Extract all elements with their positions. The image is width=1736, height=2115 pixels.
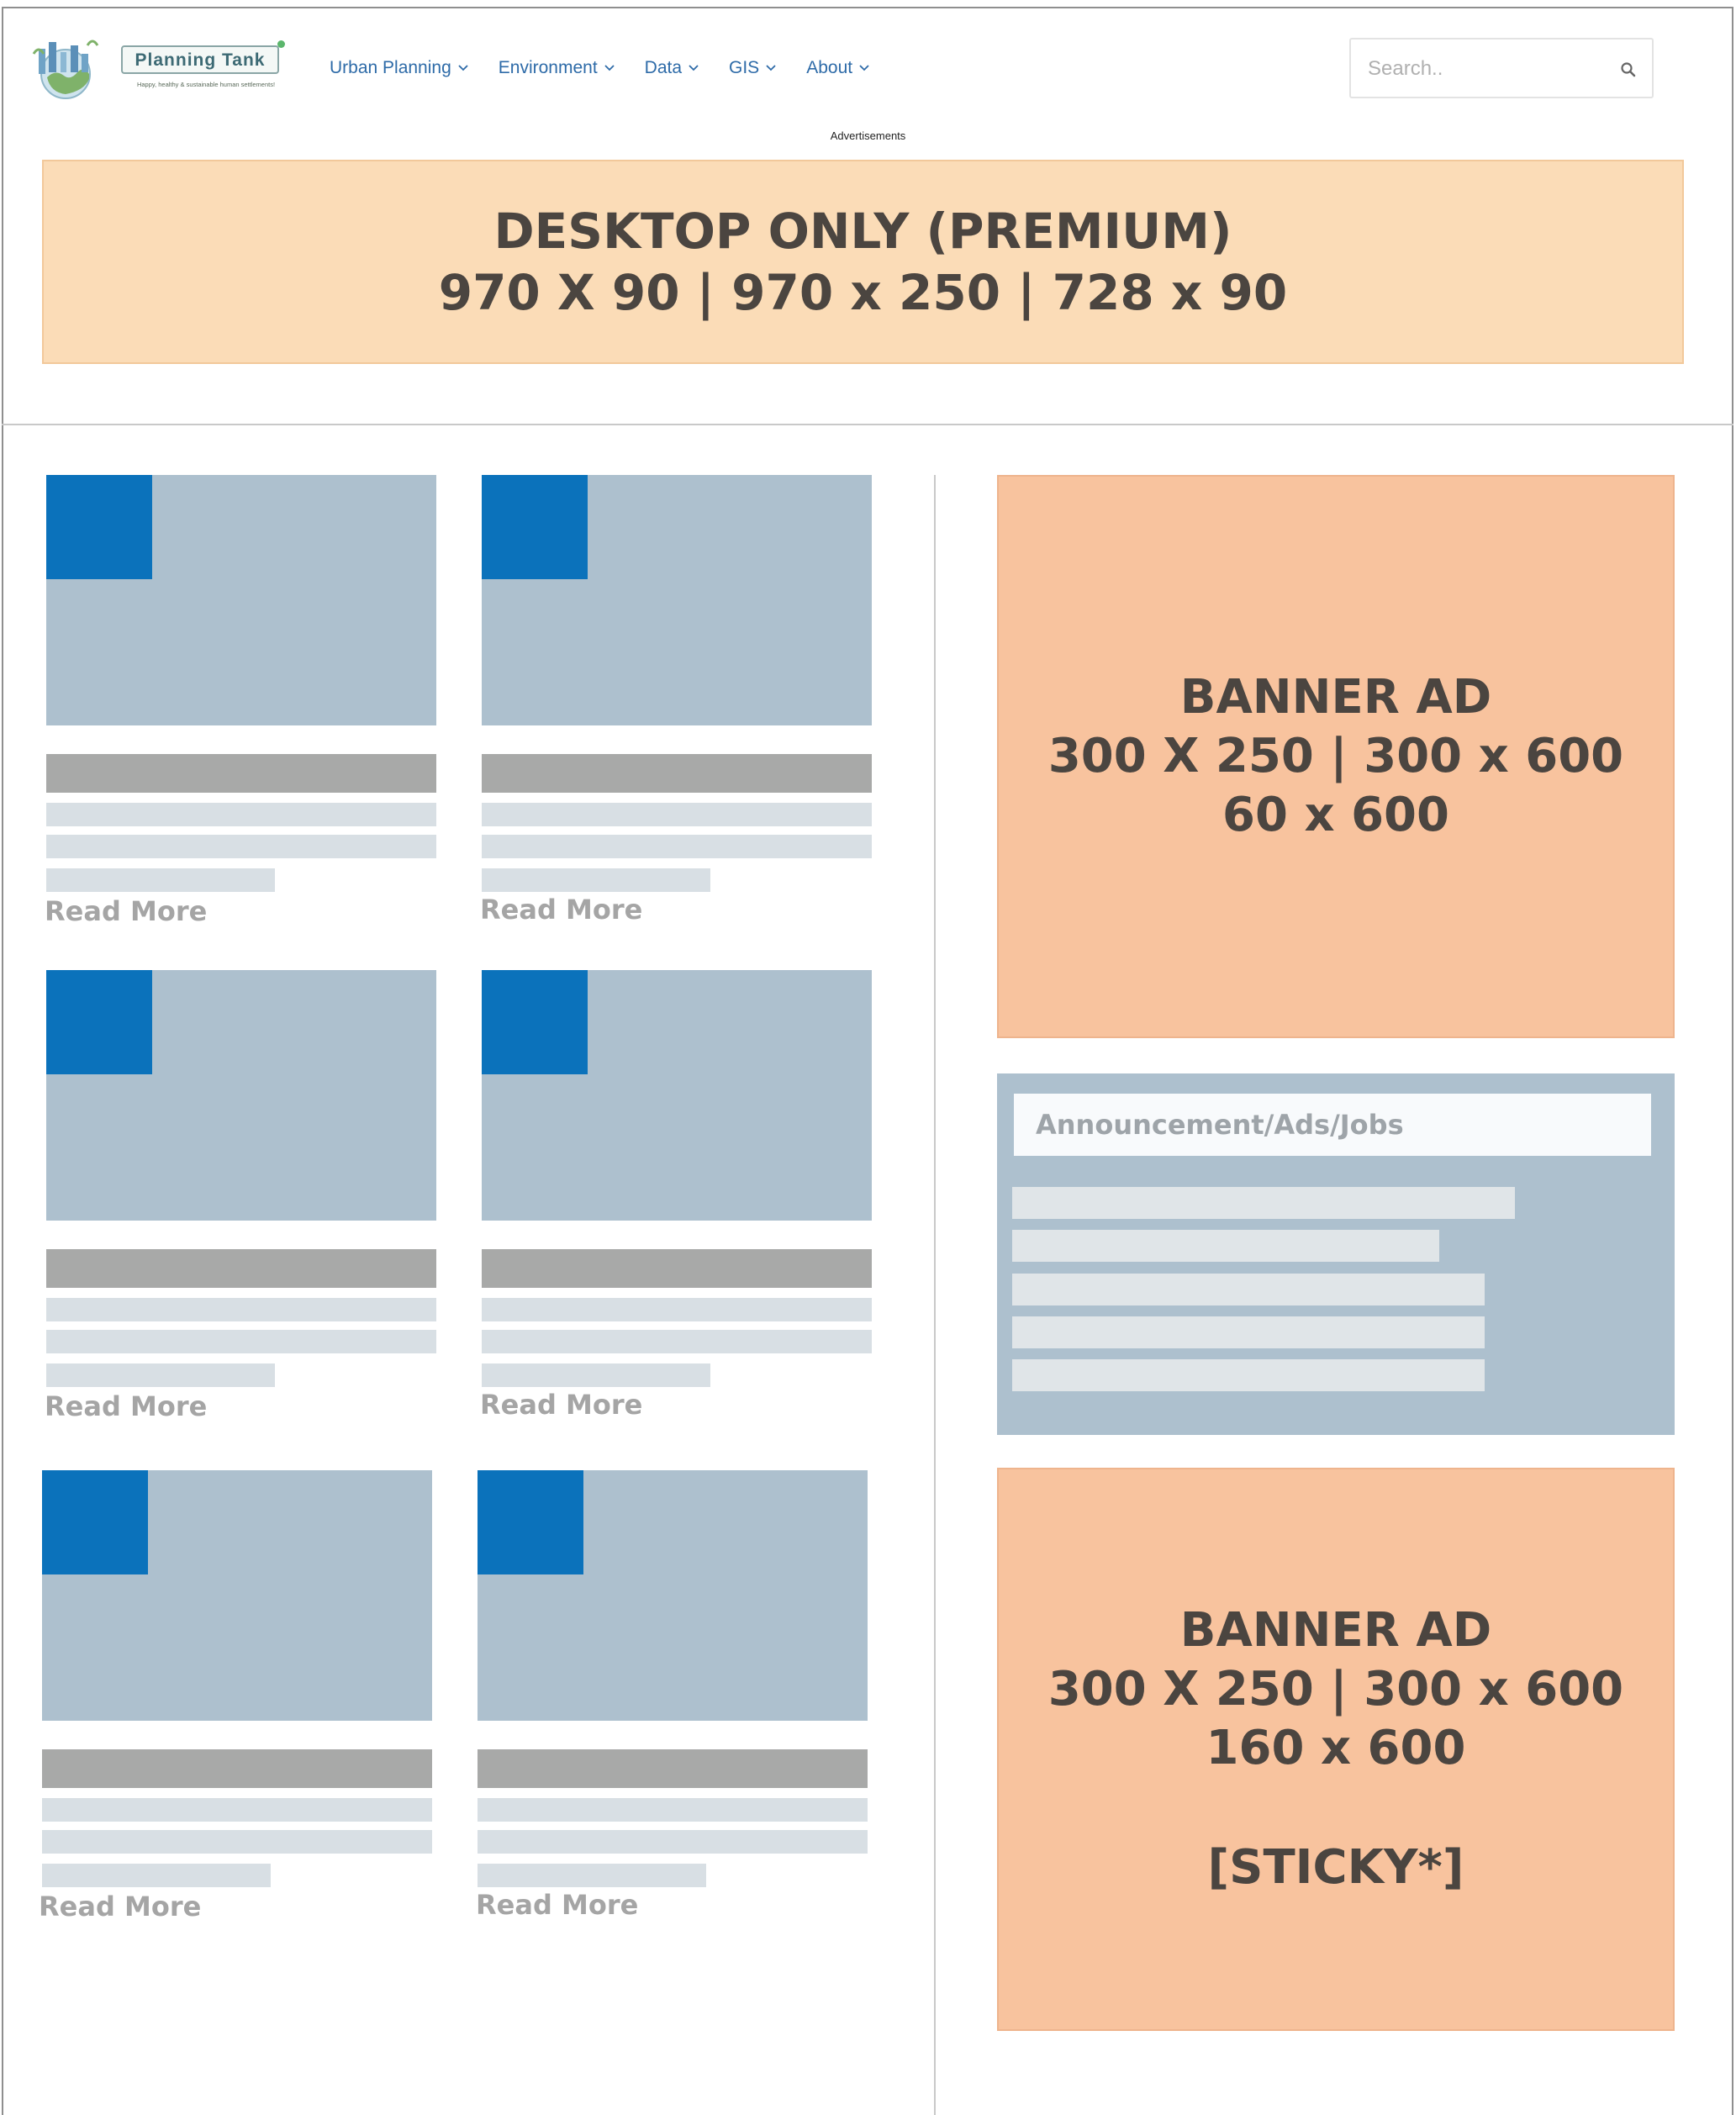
nav-label: Urban Planning [330, 58, 451, 77]
thumbnail-accent [478, 1470, 583, 1574]
advertisements-label: Advertisements [830, 129, 906, 142]
read-more-link[interactable]: Read More [480, 894, 642, 926]
thumbnail-accent [482, 970, 588, 1074]
header-divider [2, 424, 1733, 425]
excerpt-placeholder [482, 868, 710, 892]
post-title-placeholder[interactable] [46, 754, 436, 793]
globe-city-icon [32, 40, 99, 99]
post-thumbnail[interactable] [478, 1470, 868, 1721]
read-more-link[interactable]: Read More [39, 1891, 201, 1922]
nav-urban-planning[interactable]: Urban Planning [330, 55, 468, 81]
post-title-placeholder[interactable] [482, 1249, 872, 1288]
nav-label: Data [644, 58, 683, 77]
leaderboard-ad[interactable]: DESKTOP ONLY (PREMIUM) 970 X 90 | 970 x … [42, 160, 1684, 364]
post-title-placeholder[interactable] [478, 1749, 868, 1788]
excerpt-placeholder [42, 1798, 432, 1822]
announcement-item-placeholder[interactable] [1012, 1316, 1485, 1348]
search-icon[interactable] [1620, 61, 1637, 78]
nav-data[interactable]: Data [645, 55, 699, 81]
ad-text-line: 60 x 600 [1222, 788, 1449, 842]
site-logo[interactable]: Planning Tank Happy, healthy & sustainab… [29, 37, 289, 101]
thumbnail-accent [46, 970, 152, 1074]
nav-label: GIS [729, 58, 760, 77]
nav-gis[interactable]: GIS [729, 55, 776, 81]
post-title-placeholder[interactable] [42, 1749, 432, 1788]
excerpt-placeholder [482, 1298, 872, 1321]
read-more-link[interactable]: Read More [45, 895, 207, 927]
post-thumbnail[interactable] [46, 475, 436, 725]
announcement-widget: Announcement/Ads/Jobs [997, 1073, 1675, 1435]
announcement-item-placeholder[interactable] [1012, 1274, 1485, 1305]
sticky-label: [STICKY*] [1207, 1840, 1464, 1895]
nav-about[interactable]: About [806, 55, 869, 81]
excerpt-placeholder [46, 835, 436, 858]
announcement-item-placeholder[interactable] [1012, 1187, 1515, 1219]
excerpt-placeholder [482, 1363, 710, 1387]
post-thumbnail[interactable] [482, 475, 872, 725]
logo-title: Planning Tank [135, 50, 266, 70]
post-thumbnail[interactable] [482, 970, 872, 1221]
read-more-link[interactable]: Read More [476, 1889, 638, 1921]
search-input[interactable] [1368, 55, 1612, 83]
thumbnail-accent [42, 1470, 148, 1574]
content-divider [934, 475, 936, 2115]
excerpt-placeholder [46, 868, 275, 892]
excerpt-placeholder [46, 1363, 275, 1387]
logo-dot [277, 40, 285, 48]
post-title-placeholder[interactable] [482, 754, 872, 793]
nav-environment[interactable]: Environment [499, 55, 615, 81]
post-title-placeholder[interactable] [46, 1249, 436, 1288]
announcement-item-placeholder[interactable] [1012, 1230, 1439, 1262]
ad-text-line: BANNER AD [1179, 1603, 1492, 1658]
search-box [1349, 38, 1654, 98]
chevron-down-icon [766, 65, 776, 71]
chevron-down-icon [689, 65, 699, 71]
ad-text-line: BANNER AD [1179, 670, 1492, 725]
excerpt-placeholder [42, 1864, 271, 1887]
excerpt-placeholder [482, 1330, 872, 1353]
thumbnail-accent [46, 475, 152, 579]
logo-plate: Planning Tank [121, 45, 279, 74]
announcement-title: Announcement/Ads/Jobs [1014, 1094, 1651, 1156]
sidebar-banner-ad-top[interactable]: BANNER AD 300 X 250 | 300 x 600 60 x 600 [997, 475, 1675, 1038]
chevron-down-icon [458, 65, 468, 71]
excerpt-placeholder [46, 803, 436, 826]
ad-text-line: DESKTOP ONLY (PREMIUM) [493, 203, 1232, 260]
excerpt-placeholder [478, 1864, 706, 1887]
excerpt-placeholder [482, 803, 872, 826]
read-more-link[interactable]: Read More [45, 1390, 207, 1422]
main-nav: Urban Planning Environment Data GIS Abou… [330, 55, 900, 81]
sidebar-banner-ad-sticky[interactable]: BANNER AD 300 X 250 | 300 x 600 160 x 60… [997, 1468, 1675, 2031]
ad-text-line: 970 X 90 | 970 x 250 | 728 x 90 [438, 263, 1288, 321]
excerpt-placeholder [478, 1798, 868, 1822]
nav-label: About [806, 58, 853, 77]
excerpt-placeholder [42, 1830, 432, 1854]
chevron-down-icon [859, 65, 869, 71]
post-thumbnail[interactable] [42, 1470, 432, 1721]
excerpt-placeholder [46, 1298, 436, 1321]
ad-text-line: 300 X 250 | 300 x 600 [1047, 729, 1624, 783]
chevron-down-icon [604, 65, 615, 71]
logo-tagline: Happy, healthy & sustainable human settl… [136, 81, 276, 88]
announcement-item-placeholder[interactable] [1012, 1359, 1485, 1391]
nav-label: Environment [498, 58, 598, 77]
ad-text-line: 300 X 250 | 300 x 600 [1047, 1662, 1624, 1717]
post-thumbnail[interactable] [46, 970, 436, 1221]
excerpt-placeholder [482, 835, 872, 858]
thumbnail-accent [482, 475, 588, 579]
read-more-link[interactable]: Read More [480, 1389, 642, 1421]
ad-text-line: 160 x 600 [1206, 1721, 1466, 1775]
excerpt-placeholder [478, 1830, 868, 1854]
excerpt-placeholder [46, 1330, 436, 1353]
